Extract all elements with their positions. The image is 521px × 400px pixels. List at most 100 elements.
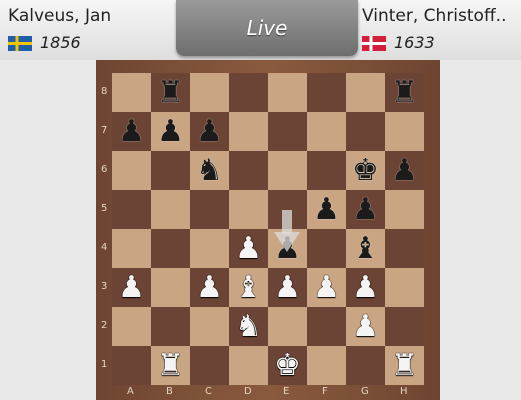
square-g4[interactable]: ♝	[346, 229, 385, 268]
square-g8[interactable]	[346, 73, 385, 112]
square-d1[interactable]: D	[229, 346, 268, 397]
square-c4[interactable]	[190, 229, 229, 268]
square-a4[interactable]: 4	[101, 229, 151, 268]
white-pawn-icon[interactable]: ♟	[346, 268, 385, 307]
white-rook-icon[interactable]: ♜	[151, 346, 190, 385]
square-f3[interactable]: ♟	[307, 268, 346, 307]
square-h2[interactable]	[385, 307, 424, 346]
file-label: G	[361, 386, 369, 397]
white-pawn-icon[interactable]: ♟	[268, 268, 307, 307]
square-g2[interactable]: ♟	[346, 307, 385, 346]
square-f8[interactable]	[307, 73, 346, 112]
black-pawn-icon[interactable]: ♟	[346, 190, 385, 229]
square-f6[interactable]	[307, 151, 346, 190]
square-d7[interactable]	[229, 112, 268, 151]
square-h1[interactable]: H ♜	[385, 346, 424, 397]
square-g5[interactable]: ♟	[346, 190, 385, 229]
square-f1[interactable]: F	[307, 346, 346, 397]
live-button[interactable]: Live	[176, 0, 358, 56]
square-h6[interactable]: ♟	[385, 151, 424, 190]
game-header: Kalveus, Jan 1856 Live Vinter, Christoff…	[0, 0, 521, 60]
square-c2[interactable]	[190, 307, 229, 346]
square-a3[interactable]: 3 ♟	[101, 268, 151, 307]
square-f2[interactable]	[307, 307, 346, 346]
square-h3[interactable]	[385, 268, 424, 307]
square-d6[interactable]	[229, 151, 268, 190]
square-e2[interactable]	[268, 307, 307, 346]
black-pawn-icon[interactable]: ♟	[112, 112, 151, 151]
white-knight-icon[interactable]: ♞	[229, 307, 268, 346]
black-player-panel[interactable]: Vinter, Christoff.. 1633	[356, 0, 521, 60]
square-c3[interactable]: ♟	[190, 268, 229, 307]
rank-label: 3	[101, 281, 108, 292]
last-move-arrow-icon	[274, 210, 300, 252]
rank-label: 8	[101, 86, 108, 97]
black-pawn-icon[interactable]: ♟	[385, 151, 424, 190]
white-player-panel[interactable]: Kalveus, Jan 1856	[0, 0, 175, 60]
square-c7[interactable]: ♟	[190, 112, 229, 151]
black-pawn-icon[interactable]: ♟	[151, 112, 190, 151]
white-rook-icon[interactable]: ♜	[385, 346, 424, 385]
square-h4[interactable]	[385, 229, 424, 268]
white-pawn-icon[interactable]: ♟	[190, 268, 229, 307]
square-h8[interactable]: ♜	[385, 73, 424, 112]
file-label: C	[205, 386, 212, 397]
square-b7[interactable]: ♟	[151, 112, 190, 151]
rank-label: 4	[101, 242, 108, 253]
square-g6[interactable]: ♚	[346, 151, 385, 190]
chess-board[interactable]: 8♜♜7♟♟♟6♞♚♟5♟♟4♟♟♝3♟♟♝♟♟♟2♞♟1AB♜CDE♚FGH♜	[101, 73, 424, 397]
white-bishop-icon[interactable]: ♝	[229, 268, 268, 307]
square-d8[interactable]	[229, 73, 268, 112]
white-king-icon[interactable]: ♚	[268, 346, 307, 385]
live-button-label: Live	[246, 16, 288, 40]
square-a2[interactable]: 2	[101, 307, 151, 346]
square-e3[interactable]: ♟	[268, 268, 307, 307]
square-a1[interactable]: 1A	[101, 346, 151, 397]
square-e1[interactable]: E ♚	[268, 346, 307, 397]
square-g3[interactable]: ♟	[346, 268, 385, 307]
square-d3[interactable]: ♝	[229, 268, 268, 307]
square-c1[interactable]: C	[190, 346, 229, 397]
white-pawn-icon[interactable]: ♟	[112, 268, 151, 307]
square-d4[interactable]: ♟	[229, 229, 268, 268]
black-pawn-icon[interactable]: ♟	[190, 112, 229, 151]
square-h5[interactable]	[385, 190, 424, 229]
square-g7[interactable]	[346, 112, 385, 151]
square-g1[interactable]: G	[346, 346, 385, 397]
square-b5[interactable]	[151, 190, 190, 229]
square-d5[interactable]	[229, 190, 268, 229]
black-pawn-icon[interactable]: ♟	[307, 190, 346, 229]
square-e6[interactable]	[268, 151, 307, 190]
square-e8[interactable]	[268, 73, 307, 112]
white-player-rating: 1856	[40, 33, 81, 52]
black-rook-icon[interactable]: ♜	[385, 73, 424, 112]
square-c8[interactable]	[190, 73, 229, 112]
file-label: D	[244, 386, 252, 397]
square-a6[interactable]: 6	[101, 151, 151, 190]
square-f5[interactable]: ♟	[307, 190, 346, 229]
square-a7[interactable]: 7 ♟	[101, 112, 151, 151]
square-e7[interactable]	[268, 112, 307, 151]
square-b1[interactable]: B ♜	[151, 346, 190, 397]
square-b3[interactable]	[151, 268, 190, 307]
white-pawn-icon[interactable]: ♟	[229, 229, 268, 268]
black-rook-icon[interactable]: ♜	[151, 73, 190, 112]
square-h7[interactable]	[385, 112, 424, 151]
black-knight-icon[interactable]: ♞	[190, 151, 229, 190]
white-pawn-icon[interactable]: ♟	[307, 268, 346, 307]
square-f4[interactable]	[307, 229, 346, 268]
square-b8[interactable]: ♜	[151, 73, 190, 112]
white-pawn-icon[interactable]: ♟	[346, 307, 385, 346]
square-b6[interactable]	[151, 151, 190, 190]
black-king-icon[interactable]: ♚	[346, 151, 385, 190]
square-c6[interactable]: ♞	[190, 151, 229, 190]
square-a8[interactable]: 8	[101, 73, 151, 112]
black-bishop-icon[interactable]: ♝	[346, 229, 385, 268]
square-b4[interactable]	[151, 229, 190, 268]
square-c5[interactable]	[190, 190, 229, 229]
black-player-rating: 1633	[394, 33, 435, 52]
square-a5[interactable]: 5	[101, 190, 151, 229]
square-b2[interactable]	[151, 307, 190, 346]
square-d2[interactable]: ♞	[229, 307, 268, 346]
square-f7[interactable]	[307, 112, 346, 151]
